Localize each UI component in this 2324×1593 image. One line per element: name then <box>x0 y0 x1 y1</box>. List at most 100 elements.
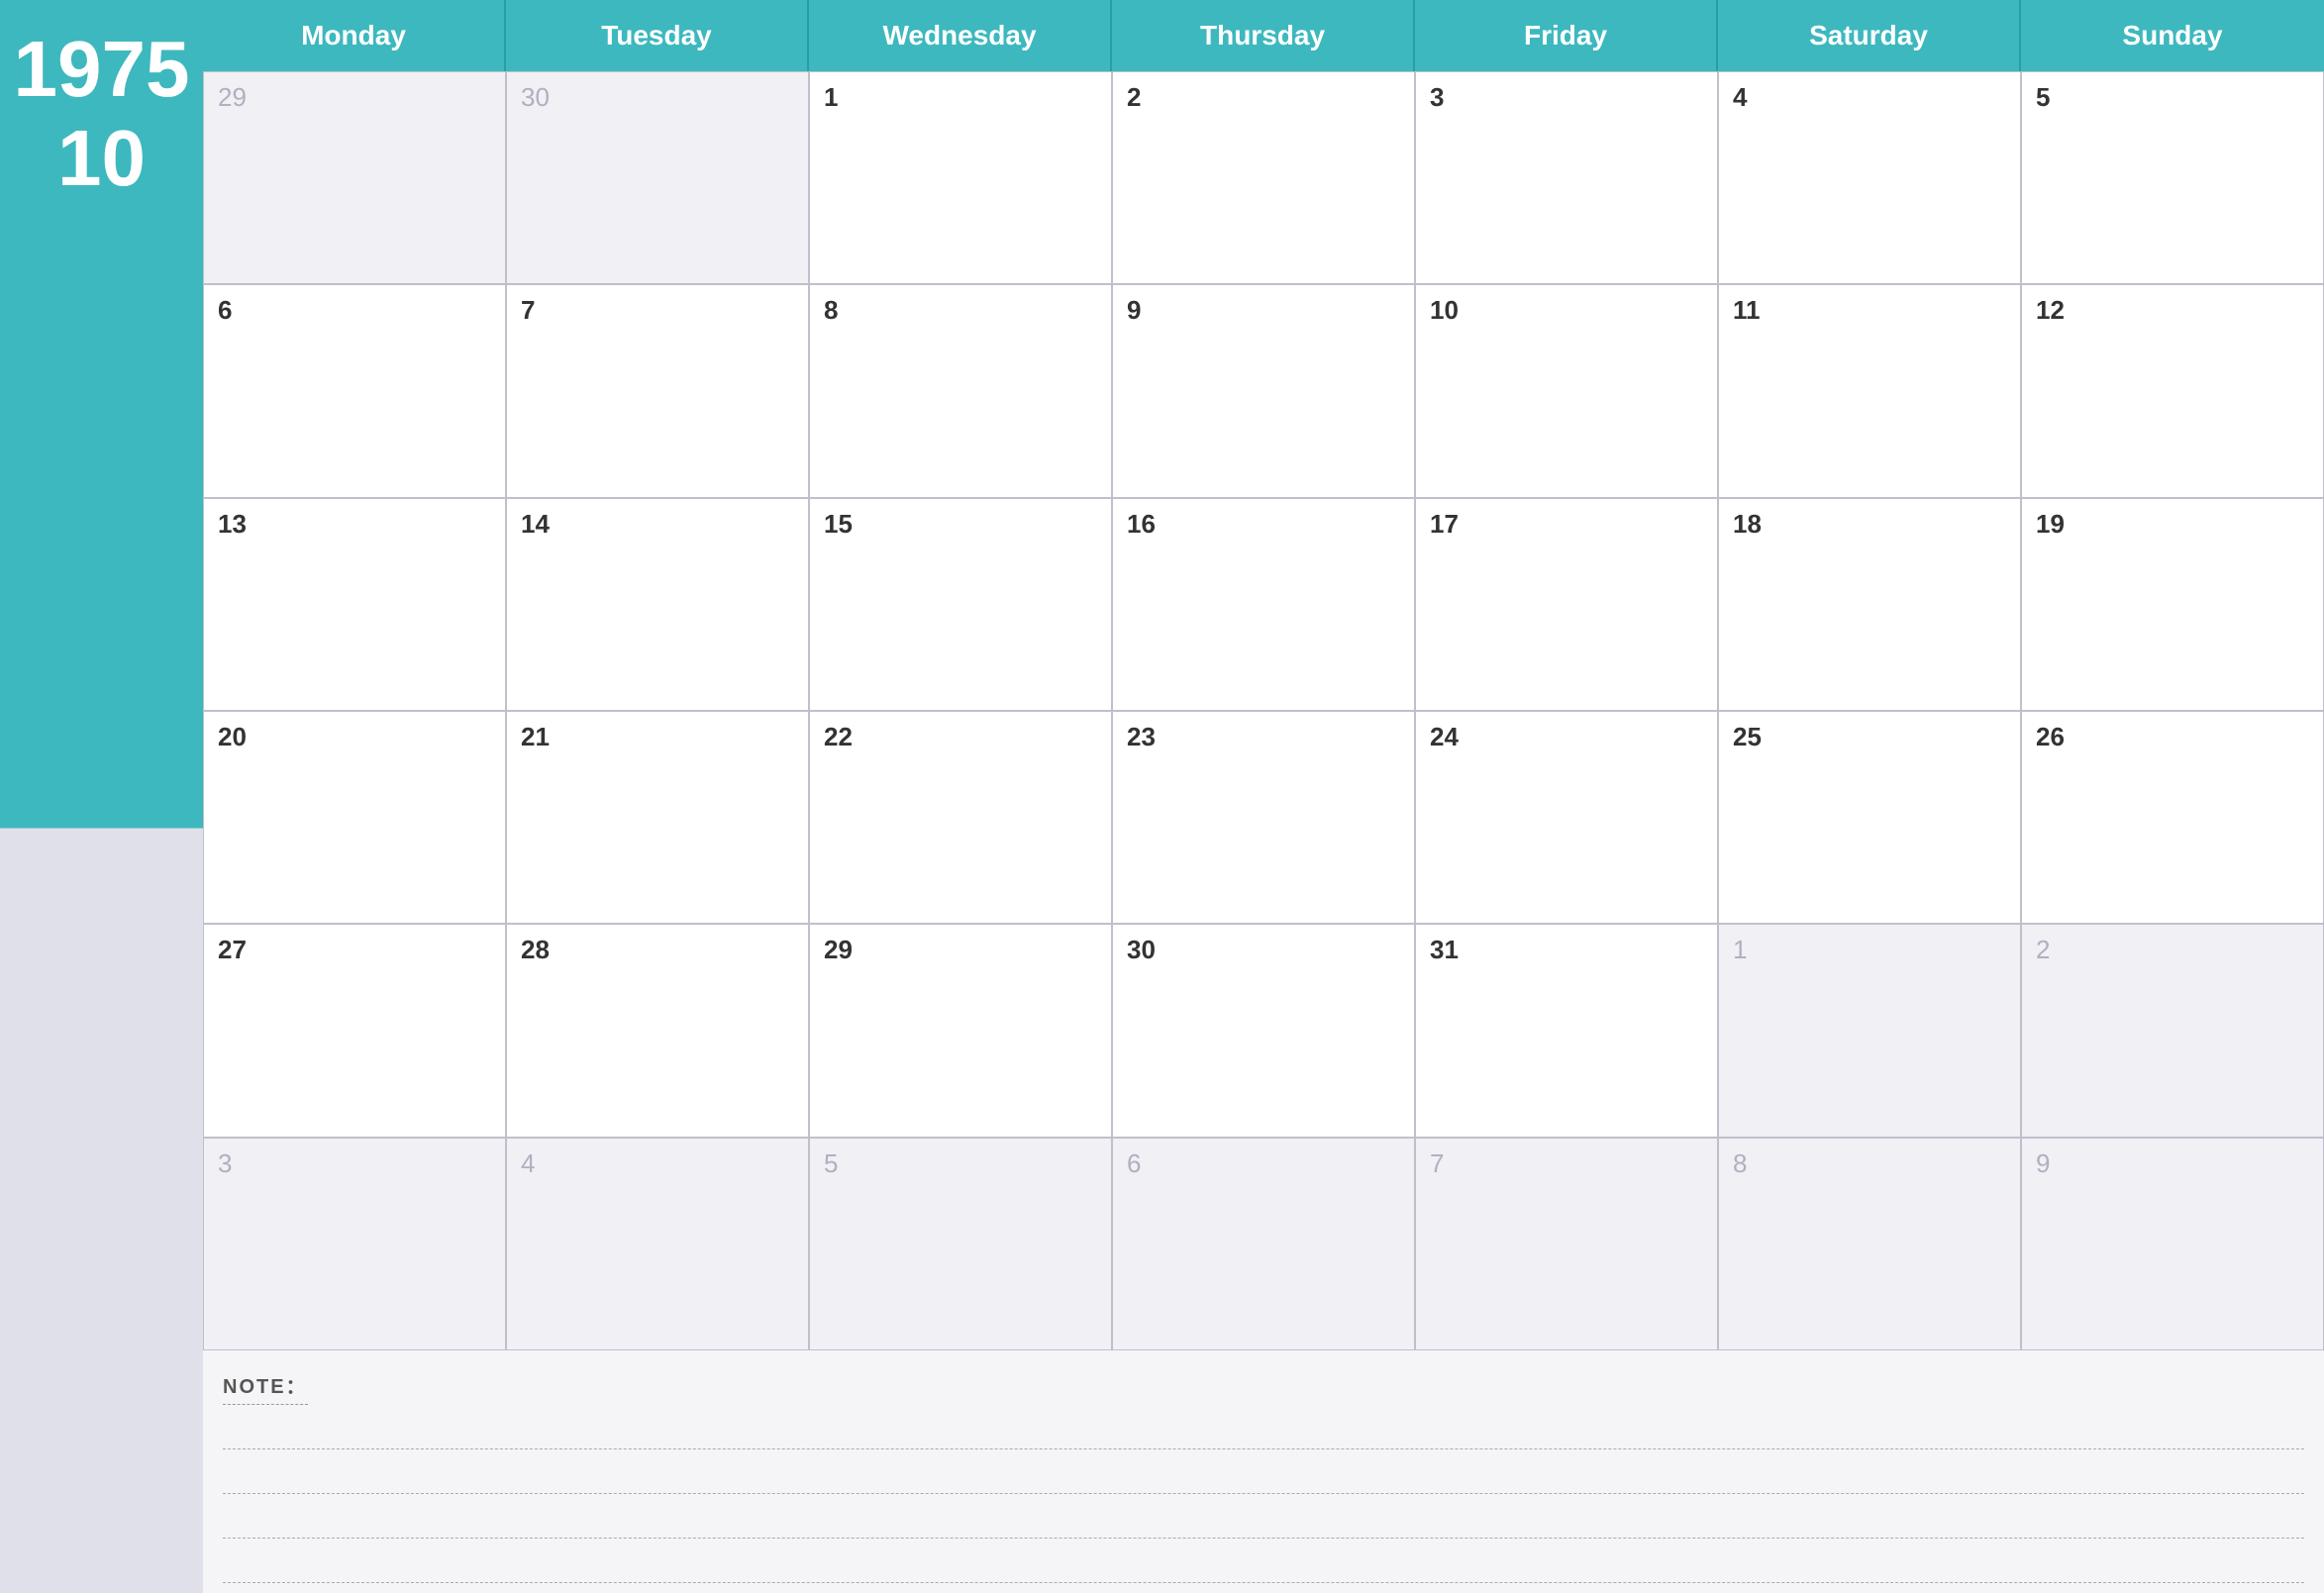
day-number: 15 <box>824 509 1097 540</box>
day-cell-w3-d3[interactable]: 23 <box>1112 711 1415 924</box>
calendar-container: 1975 10 October MondayTuesdayWednesdayTh… <box>0 0 2324 1593</box>
day-number: 6 <box>218 295 491 326</box>
day-cell-w3-d1[interactable]: 21 <box>506 711 809 924</box>
day-number: 24 <box>1430 722 1703 752</box>
sidebar-month-name: October <box>7 257 197 315</box>
day-number: 26 <box>2036 722 2309 752</box>
day-number: 6 <box>1127 1148 1400 1179</box>
day-cell-w5-d3[interactable]: 6 <box>1112 1138 1415 1350</box>
header-cell-tuesday: Tuesday <box>506 0 809 71</box>
day-number: 20 <box>218 722 491 752</box>
day-cell-w2-d2[interactable]: 15 <box>809 498 1112 711</box>
day-number: 1 <box>1733 935 2006 965</box>
note-line-3 <box>223 1494 2304 1539</box>
day-cell-w5-d5[interactable]: 8 <box>1718 1138 2021 1350</box>
day-number: 9 <box>1127 295 1400 326</box>
notes-section: NOTE： <box>203 1350 2324 1593</box>
day-number: 9 <box>2036 1148 2309 1179</box>
note-line-2 <box>223 1449 2304 1494</box>
day-cell-w5-d6[interactable]: 9 <box>2021 1138 2324 1350</box>
day-cell-w5-d4[interactable]: 7 <box>1415 1138 1718 1350</box>
day-number: 19 <box>2036 509 2309 540</box>
day-number: 5 <box>2036 82 2309 113</box>
header-cell-wednesday: Wednesday <box>809 0 1112 71</box>
day-number: 5 <box>824 1148 1097 1179</box>
day-number: 2 <box>1127 82 1400 113</box>
day-cell-w4-d4[interactable]: 31 <box>1415 924 1718 1137</box>
day-cell-w4-d2[interactable]: 29 <box>809 924 1112 1137</box>
day-cell-w1-d1[interactable]: 7 <box>506 284 809 497</box>
day-number: 22 <box>824 722 1097 752</box>
day-number: 29 <box>824 935 1097 965</box>
day-number: 11 <box>1733 295 2006 326</box>
day-cell-w1-d5[interactable]: 11 <box>1718 284 2021 497</box>
day-number: 1 <box>824 82 1097 113</box>
day-cell-w3-d2[interactable]: 22 <box>809 711 1112 924</box>
day-cell-w0-d0[interactable]: 29 <box>203 71 506 284</box>
day-cell-w1-d4[interactable]: 10 <box>1415 284 1718 497</box>
calendar-grid: 2930123456789101112131415161718192021222… <box>203 71 2324 1350</box>
day-number: 2 <box>2036 935 2309 965</box>
day-cell-w5-d0[interactable]: 3 <box>203 1138 506 1350</box>
day-number: 3 <box>1430 82 1703 113</box>
day-number: 8 <box>1733 1148 2006 1179</box>
day-number: 31 <box>1430 935 1703 965</box>
day-cell-w2-d6[interactable]: 19 <box>2021 498 2324 711</box>
day-cell-w0-d6[interactable]: 5 <box>2021 71 2324 284</box>
day-number: 29 <box>218 82 491 113</box>
day-cell-w1-d6[interactable]: 12 <box>2021 284 2324 497</box>
note-line-1 <box>223 1405 2304 1449</box>
day-cell-w2-d3[interactable]: 16 <box>1112 498 1415 711</box>
day-number: 30 <box>521 82 794 113</box>
day-cell-w3-d4[interactable]: 24 <box>1415 711 1718 924</box>
day-cell-w5-d1[interactable]: 4 <box>506 1138 809 1350</box>
header-cell-thursday: Thursday <box>1112 0 1415 71</box>
day-number: 16 <box>1127 509 1400 540</box>
day-cell-w2-d5[interactable]: 18 <box>1718 498 2021 711</box>
day-number: 8 <box>824 295 1097 326</box>
day-cell-w2-d0[interactable]: 13 <box>203 498 506 711</box>
day-number: 4 <box>521 1148 794 1179</box>
day-cell-w4-d1[interactable]: 28 <box>506 924 809 1137</box>
day-cell-w1-d0[interactable]: 6 <box>203 284 506 497</box>
day-cell-w0-d2[interactable]: 1 <box>809 71 1112 284</box>
day-number: 17 <box>1430 509 1703 540</box>
day-cell-w1-d2[interactable]: 8 <box>809 284 1112 497</box>
day-cell-w0-d4[interactable]: 3 <box>1415 71 1718 284</box>
day-number: 13 <box>218 509 491 540</box>
note-label: NOTE： <box>223 1370 308 1405</box>
sidebar-month-number: 10 <box>57 119 146 198</box>
day-cell-w1-d3[interactable]: 9 <box>1112 284 1415 497</box>
day-number: 30 <box>1127 935 1400 965</box>
day-cell-w0-d3[interactable]: 2 <box>1112 71 1415 284</box>
day-number: 7 <box>521 295 794 326</box>
day-cell-w3-d5[interactable]: 25 <box>1718 711 2021 924</box>
day-cell-w4-d0[interactable]: 27 <box>203 924 506 1137</box>
day-number: 27 <box>218 935 491 965</box>
day-cell-w2-d4[interactable]: 17 <box>1415 498 1718 711</box>
day-cell-w4-d6[interactable]: 2 <box>2021 924 2324 1137</box>
header-cell-saturday: Saturday <box>1718 0 2021 71</box>
day-number: 12 <box>2036 295 2309 326</box>
day-cell-w0-d1[interactable]: 30 <box>506 71 809 284</box>
day-cell-w3-d0[interactable]: 20 <box>203 711 506 924</box>
day-cell-w3-d6[interactable]: 26 <box>2021 711 2324 924</box>
sidebar: 1975 10 October <box>0 0 203 1593</box>
day-number: 7 <box>1430 1148 1703 1179</box>
day-cell-w4-d3[interactable]: 30 <box>1112 924 1415 1137</box>
day-number: 28 <box>521 935 794 965</box>
day-number: 14 <box>521 509 794 540</box>
day-cell-w2-d1[interactable]: 14 <box>506 498 809 711</box>
header-cell-friday: Friday <box>1415 0 1718 71</box>
day-cell-w4-d5[interactable]: 1 <box>1718 924 2021 1137</box>
day-number: 3 <box>218 1148 491 1179</box>
day-number: 25 <box>1733 722 2006 752</box>
day-cell-w5-d2[interactable]: 5 <box>809 1138 1112 1350</box>
note-line-4 <box>223 1539 2304 1583</box>
header-cell-sunday: Sunday <box>2021 0 2324 71</box>
sidebar-year: 1975 <box>14 30 190 109</box>
calendar-header: MondayTuesdayWednesdayThursdayFridaySatu… <box>203 0 2324 71</box>
day-cell-w0-d5[interactable]: 4 <box>1718 71 2021 284</box>
header-cell-monday: Monday <box>203 0 506 71</box>
day-number: 4 <box>1733 82 2006 113</box>
